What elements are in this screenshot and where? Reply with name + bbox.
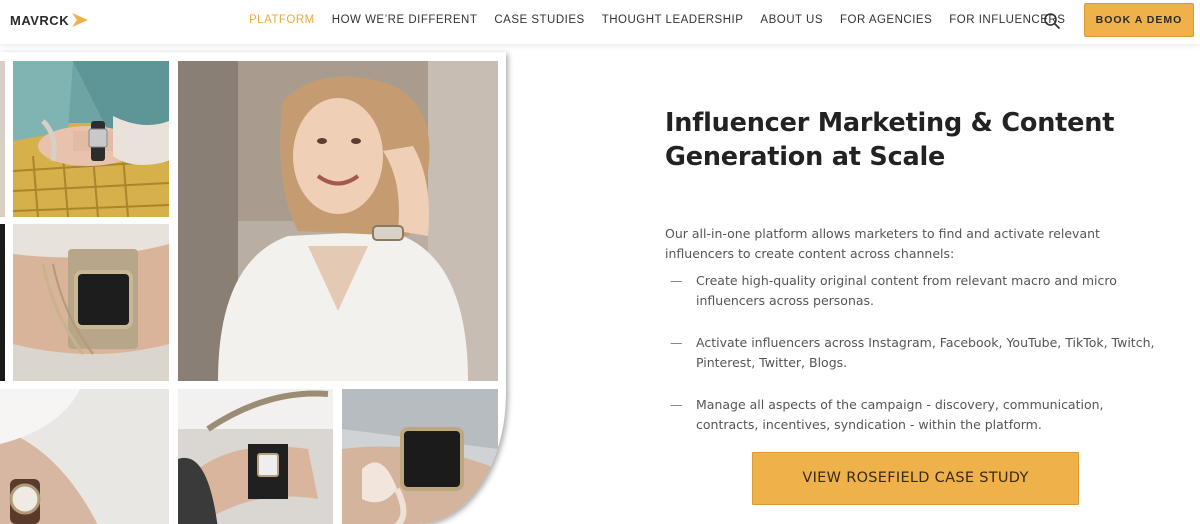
nav-for-agencies[interactable]: FOR AGENCIES: [840, 13, 932, 27]
main-nav: PLATFORM HOW WE’RE DIFFERENT CASE STUDIE…: [249, 13, 1065, 27]
nav-platform[interactable]: PLATFORM: [249, 13, 315, 27]
collage-edge-image: [0, 61, 5, 217]
nav-how-we-are-different[interactable]: HOW WE’RE DIFFERENT: [332, 13, 478, 27]
wrist-watch-leaf-image: [178, 389, 333, 524]
collage-edge-image: [0, 224, 5, 381]
woman-white-shirt-image: [178, 61, 498, 381]
wrist-watch-sleeve-image: [0, 389, 169, 524]
logo-arrow-icon: [72, 13, 89, 27]
hero-headline: Influencer Marketing & Content Generatio…: [665, 108, 1115, 172]
bullet-dash: —: [670, 335, 683, 350]
nav-about-us[interactable]: ABOUT US: [760, 13, 823, 27]
wrist-watch-bracelets-image: [13, 224, 169, 381]
feature-text: Manage all aspects of the campaign - dis…: [696, 397, 1104, 432]
feature-list-item: — Activate influencers across Instagram,…: [665, 333, 1165, 373]
logo-wordmark: MAVRCK: [10, 12, 70, 28]
bullet-dash: —: [670, 273, 683, 288]
book-a-demo-button[interactable]: BOOK A DEMO: [1084, 3, 1194, 37]
feature-list: — Create high-quality original content f…: [665, 271, 1165, 435]
feature-text: Create high-quality original content fro…: [696, 273, 1117, 308]
feature-list-item: — Create high-quality original content f…: [665, 271, 1165, 311]
nav-thought-leadership[interactable]: THOUGHT LEADERSHIP: [602, 13, 744, 27]
wrist-watch-ribbon-image: [342, 389, 498, 524]
view-case-study-button[interactable]: VIEW ROSEFIELD CASE STUDY: [752, 452, 1079, 505]
hero-content: Influencer Marketing & Content Generatio…: [665, 106, 1165, 457]
feature-list-item: — Manage all aspects of the campaign - d…: [665, 395, 1165, 435]
feature-text: Activate influencers across Instagram, F…: [696, 335, 1155, 370]
wrist-watch-sweater-image: [13, 61, 169, 217]
hero-image-collage: [0, 52, 506, 524]
nav-case-studies[interactable]: CASE STUDIES: [494, 13, 584, 27]
site-header: MAVRCK PLATFORM HOW WE’RE DIFFERENT CASE…: [0, 0, 1200, 44]
search-icon[interactable]: [1043, 12, 1061, 30]
mavrck-logo[interactable]: MAVRCK: [10, 11, 89, 29]
hero-intro: Our all-in-one platform allows marketers…: [665, 226, 1100, 261]
bullet-dash: —: [670, 397, 683, 412]
